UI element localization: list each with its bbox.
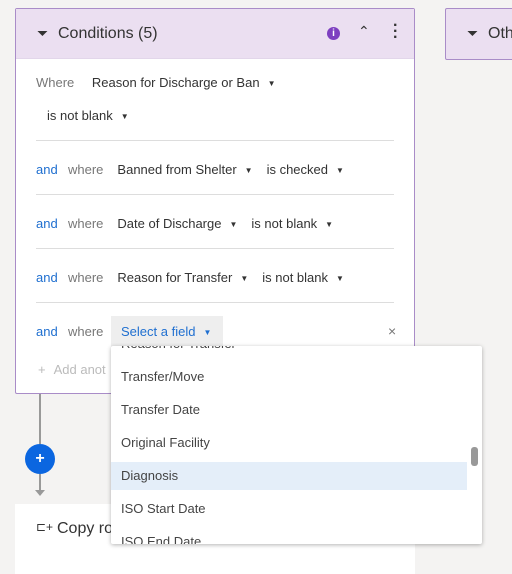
menu-item[interactable]: ISO Start Date <box>111 495 467 523</box>
other-card: ⏷ Oth <box>445 8 512 60</box>
copy-rows-icon: ⊏+ <box>36 520 54 534</box>
condition-row-first: Where Reason for Discharge or Ban ▼ <box>36 73 290 93</box>
field-dropdown[interactable]: Banned from Shelter ▼ <box>117 160 252 181</box>
scrollbar-thumb[interactable] <box>471 447 478 466</box>
divider <box>36 248 394 249</box>
connector-line <box>39 474 41 491</box>
divider <box>36 194 394 195</box>
menu-item[interactable]: Reason for Transfer <box>111 346 467 358</box>
plus-icon: + <box>38 362 46 377</box>
where-label: where <box>68 270 104 285</box>
arrow-down-icon <box>35 490 45 496</box>
collapse-chevron-icon[interactable]: ⌃ <box>358 23 370 40</box>
other-card-title: Oth <box>488 25 512 42</box>
condition-row-new: and where <box>36 322 117 342</box>
where-label: Where <box>36 75 75 90</box>
conditions-title: Conditions (5) <box>58 25 158 42</box>
menu-item[interactable]: Original Facility <box>111 429 467 457</box>
remove-condition-icon[interactable]: × <box>388 323 396 339</box>
filter-icon: ⏷ <box>37 25 49 41</box>
copy-card-title: Copy ro <box>57 520 114 537</box>
where-label: where <box>68 162 104 177</box>
field-dropdown[interactable]: Date of Discharge ▼ <box>117 214 237 235</box>
add-step-button[interactable]: + <box>25 444 55 474</box>
add-another-button[interactable]: + Add anot <box>38 362 106 377</box>
operator-dropdown[interactable]: is checked ▼ <box>267 160 344 181</box>
conditions-card: ⏷ Conditions (5) i ⌃ · · · Where Reason fo… <box>15 8 415 394</box>
condition-row: and where Date of Discharge ▼ is not blank ▼ <box>36 214 347 234</box>
more-menu-icon[interactable]: · · · <box>393 18 398 46</box>
where-label: where <box>68 324 104 339</box>
condition-row: and where Reason for Transfer ▼ is not blank… <box>36 268 358 288</box>
and-label: and <box>36 270 58 285</box>
operator-dropdown[interactable]: is not blank ▼ <box>251 214 333 235</box>
field-dropdown[interactable]: Reason for Transfer ▼ <box>117 268 248 289</box>
and-label: and <box>36 162 58 177</box>
condition-row: and where Banned from Shelter ▼ is checked ▼ <box>36 160 358 180</box>
conditions-header: ⏷ Conditions (5) i ⌃ · · · <box>16 9 414 59</box>
operator-dropdown[interactable]: is not blank ▼ <box>262 268 344 289</box>
menu-item-highlighted[interactable]: Diagnosis <box>111 462 467 490</box>
menu-item[interactable]: ISO End Date <box>111 528 467 544</box>
field-dropdown-menu: Reason for Transfer Transfer/Move Transf… <box>111 346 482 544</box>
divider <box>36 302 394 303</box>
field-dropdown[interactable]: Reason for Discharge or Ban ▼ <box>92 73 276 94</box>
select-field-dropdown[interactable]: Select a field ▼ <box>111 316 223 347</box>
filter-icon: ⏷ <box>467 25 479 41</box>
plus-icon: + <box>35 450 45 467</box>
divider <box>36 140 394 141</box>
and-label: and <box>36 324 58 339</box>
where-label: where <box>68 216 104 231</box>
connector-line <box>39 394 41 444</box>
and-label: and <box>36 216 58 231</box>
operator-dropdown[interactable]: is not blank ▼ <box>47 106 129 126</box>
menu-item[interactable]: Transfer/Move <box>111 363 467 391</box>
menu-item[interactable]: Transfer Date <box>111 396 467 424</box>
info-icon[interactable]: i <box>327 27 340 40</box>
